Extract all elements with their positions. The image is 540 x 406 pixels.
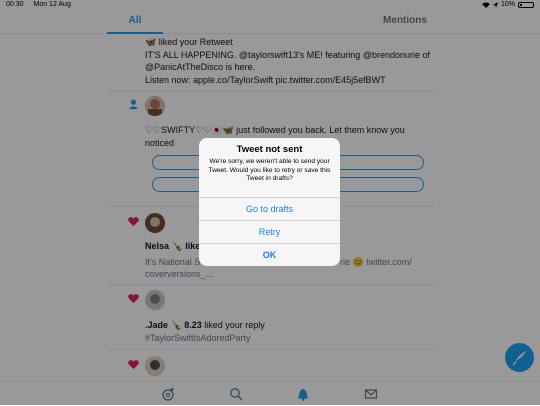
go-to-drafts-button[interactable]: Go to drafts [199,197,340,221]
ok-button[interactable]: OK [199,243,340,266]
tweet-not-sent-alert: Tweet not sent We're sorry, we weren't a… [199,138,340,266]
alert-message: We're sorry, we weren't able to send you… [208,158,331,182]
retry-button[interactable]: Retry [199,220,340,244]
alert-title: Tweet not sent [236,144,303,155]
